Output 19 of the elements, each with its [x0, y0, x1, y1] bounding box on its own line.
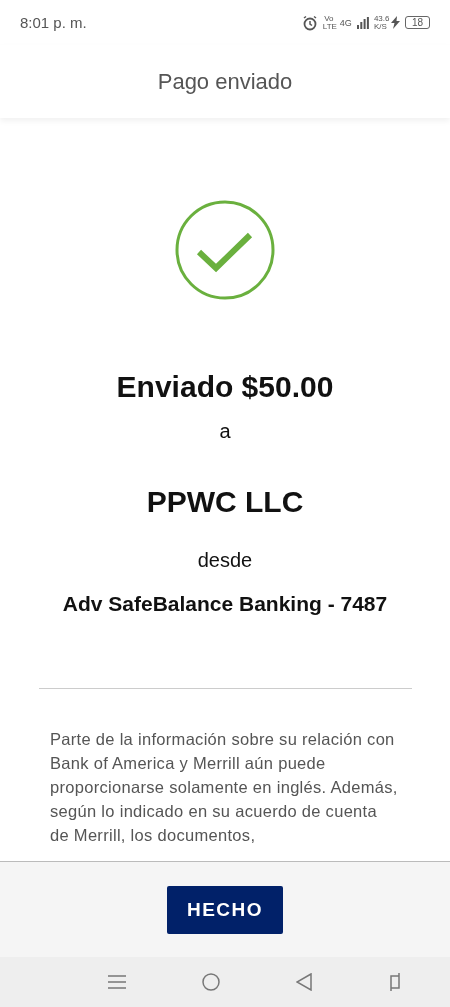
from-label: desde: [197, 549, 253, 572]
amount-sent: Enviado $50.00: [116, 370, 334, 404]
menu-icon[interactable]: [108, 974, 126, 990]
done-button[interactable]: HECHO: [167, 885, 283, 934]
battery-level: 18: [404, 16, 430, 29]
network-label: 4G: [339, 17, 352, 28]
to-label: a: [219, 420, 231, 443]
lightning-icon: [390, 16, 400, 29]
payee-name: PPWC LLC: [146, 485, 304, 519]
disclaimer-text: Parte de la información sobre su relación con Bank of America y Merrill aún puede proporcionarse solamente en inglés. Además, según lo indicado en su acuerdo de cuenta de Merrill, los documentos,: [50, 729, 399, 846]
page-title: Pago enviado: [157, 68, 293, 95]
check-circle-icon: [175, 200, 275, 300]
status-time: 8:01 p. m.: [20, 14, 87, 31]
back-icon[interactable]: [296, 973, 312, 991]
alarm-icon: [301, 14, 318, 31]
signal-icon: [356, 16, 369, 29]
home-icon[interactable]: [202, 973, 220, 991]
volte-label: Vo LTE: [322, 14, 335, 31]
account-name: Adv SafeBalance Banking - 7487: [62, 592, 388, 616]
